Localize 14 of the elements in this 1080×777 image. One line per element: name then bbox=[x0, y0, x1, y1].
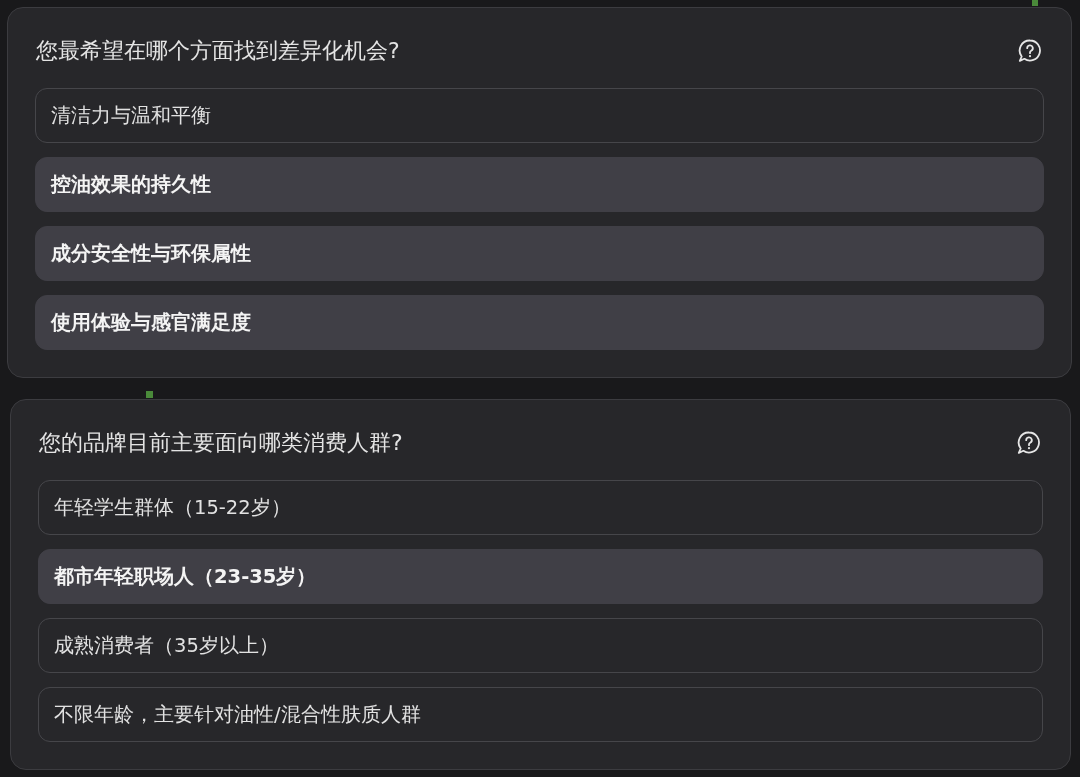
square-mark-icon bbox=[146, 391, 153, 398]
help-icon[interactable] bbox=[1018, 39, 1042, 63]
option-button[interactable]: 成分安全性与环保属性 bbox=[35, 226, 1044, 281]
help-icon[interactable] bbox=[1017, 431, 1041, 455]
option-button[interactable]: 年轻学生群体（15-22岁） bbox=[38, 480, 1043, 535]
question-title: 您最希望在哪个方面找到差异化机会? bbox=[36, 37, 400, 65]
option-button[interactable]: 控油效果的持久性 bbox=[35, 157, 1044, 212]
option-button[interactable]: 成熟消费者（35岁以上） bbox=[38, 618, 1043, 673]
option-button[interactable]: 不限年龄，主要针对油性/混合性肤质人群 bbox=[38, 687, 1043, 742]
square-mark-icon bbox=[1032, 0, 1038, 6]
option-button[interactable]: 都市年轻职场人（23-35岁） bbox=[38, 549, 1043, 604]
option-button[interactable]: 使用体验与感官满足度 bbox=[35, 295, 1044, 350]
question-title: 您的品牌目前主要面向哪类消费人群? bbox=[39, 429, 403, 457]
option-button[interactable]: 清洁力与温和平衡 bbox=[35, 88, 1044, 143]
